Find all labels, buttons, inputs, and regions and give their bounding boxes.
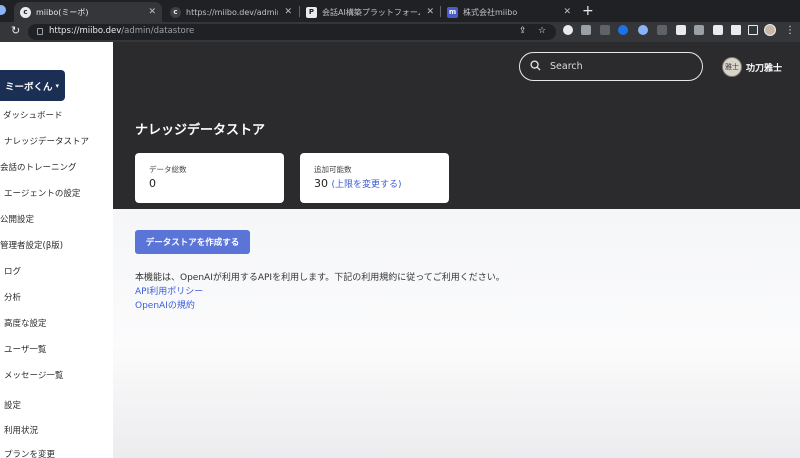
sidebar-item-usage[interactable]: 利用状況 <box>4 424 38 436</box>
extension-icon[interactable] <box>581 25 591 35</box>
lock-icon <box>37 28 43 35</box>
more-menu-icon[interactable]: ⋮ <box>785 25 795 36</box>
reload-icon[interactable]: ↻ <box>11 24 20 37</box>
share-icon[interactable]: ⇪ <box>519 26 527 36</box>
sidebar-item-analytics[interactable]: 分析 <box>4 291 21 303</box>
new-tab-icon[interactable]: + <box>582 3 594 19</box>
search-input[interactable]: Search <box>519 52 703 81</box>
close-icon[interactable]: ✕ <box>284 7 292 17</box>
sidebar-item-log[interactable]: ログ <box>4 265 21 277</box>
stat-value: 0 <box>149 177 156 190</box>
sidebar: ミーボくん ▾ ダッシュボード ナレッジデータストア 会話のトレーニング エージ… <box>0 42 113 458</box>
sidebar-item-publish-settings[interactable]: 公開設定 <box>0 213 34 225</box>
extension-icon[interactable] <box>600 25 610 35</box>
extension-icon[interactable] <box>657 25 667 35</box>
page-icon: c <box>170 6 181 18</box>
sidebar-item-user-list[interactable]: ユーザ一覧 <box>4 343 46 355</box>
sidebar-item-admin-settings[interactable]: 管理者設定(β版) <box>0 239 63 251</box>
sidebar-item-dashboard[interactable]: ダッシュボード <box>3 109 63 121</box>
tab-platform[interactable]: P 会話AI構築プラットフォーム「mii ✕ <box>300 2 440 22</box>
miibo-logo-icon: m <box>447 6 458 18</box>
extension-icon[interactable] <box>638 25 648 35</box>
side-panel-icon[interactable] <box>748 25 758 35</box>
url-text: https://miibo.dev/admin/datastore <box>49 26 195 36</box>
sidebar-item-change-plan[interactable]: プランを変更 <box>4 448 55 458</box>
tab-preview[interactable]: c https://miibo.dev/admin/previe ✕ <box>164 2 298 22</box>
miibo-icon: c <box>20 6 31 18</box>
browser-menu-icon[interactable] <box>0 5 6 15</box>
stat-card-data-count: データ総数 0 <box>135 153 284 203</box>
extension-icon[interactable] <box>713 25 723 35</box>
bookmark-star-icon[interactable]: ☆ <box>538 26 546 36</box>
sidebar-item-message-list[interactable]: メッセージ一覧 <box>4 369 63 381</box>
usage-notice: 本機能は、OpenAIが利用するAPIを利用します。下記の利用規約に従ってご利用… <box>135 273 505 283</box>
extension-icon[interactable] <box>676 25 686 35</box>
address-bar[interactable]: https://miibo.dev/admin/datastore ⇪ ☆ <box>28 24 556 40</box>
browser-tab-strip: c miibo(ミーボ) ✕ c https://miibo.dev/admin… <box>0 0 800 22</box>
user-name[interactable]: 功刀雅士 <box>746 61 782 74</box>
puzzle-icon[interactable] <box>731 25 741 35</box>
close-icon[interactable]: ✕ <box>426 7 434 17</box>
bot-select-button[interactable]: ミーボくん ▾ <box>0 70 65 101</box>
sidebar-item-settings[interactable]: 設定 <box>4 399 21 411</box>
user-avatar[interactable]: 雅士 <box>722 57 742 77</box>
sidebar-item-agent-settings[interactable]: エージェントの設定 <box>4 187 80 199</box>
sidebar-item-advanced-settings[interactable]: 高度な設定 <box>4 317 47 329</box>
api-policy-link[interactable]: API利用ポリシー <box>135 284 203 297</box>
openai-terms-link[interactable]: OpenAIの規約 <box>135 298 195 311</box>
change-limit-link[interactable]: (上限を変更する) <box>332 180 402 190</box>
stat-label: データ総数 <box>149 165 187 174</box>
search-icon <box>530 60 541 71</box>
stat-card-addable: 追加可能数 30 (上限を変更する) <box>300 153 449 203</box>
extension-icon[interactable] <box>563 25 573 35</box>
tab-company[interactable]: m 株式会社miibo ✕ <box>441 2 577 22</box>
sidebar-item-training[interactable]: 会話のトレーニング <box>0 161 77 173</box>
p-icon: P <box>306 6 317 18</box>
avatar[interactable] <box>764 24 776 36</box>
close-icon[interactable]: ✕ <box>148 7 156 17</box>
chevron-down-icon: ▾ <box>55 81 60 90</box>
stat-label: 追加可能数 <box>314 165 352 174</box>
extension-icon[interactable] <box>618 25 628 35</box>
tab-miibo[interactable]: c miibo(ミーボ) ✕ <box>14 2 162 22</box>
stat-value: 30 (上限を変更する) <box>314 177 402 190</box>
extension-icon[interactable] <box>694 25 704 35</box>
sidebar-item-knowledge-datastore[interactable]: ナレッジデータストア <box>4 135 89 147</box>
close-icon[interactable]: ✕ <box>563 7 571 17</box>
create-datastore-button[interactable]: データストアを作成する <box>135 230 250 254</box>
page-title: ナレッジデータストア <box>135 123 266 138</box>
